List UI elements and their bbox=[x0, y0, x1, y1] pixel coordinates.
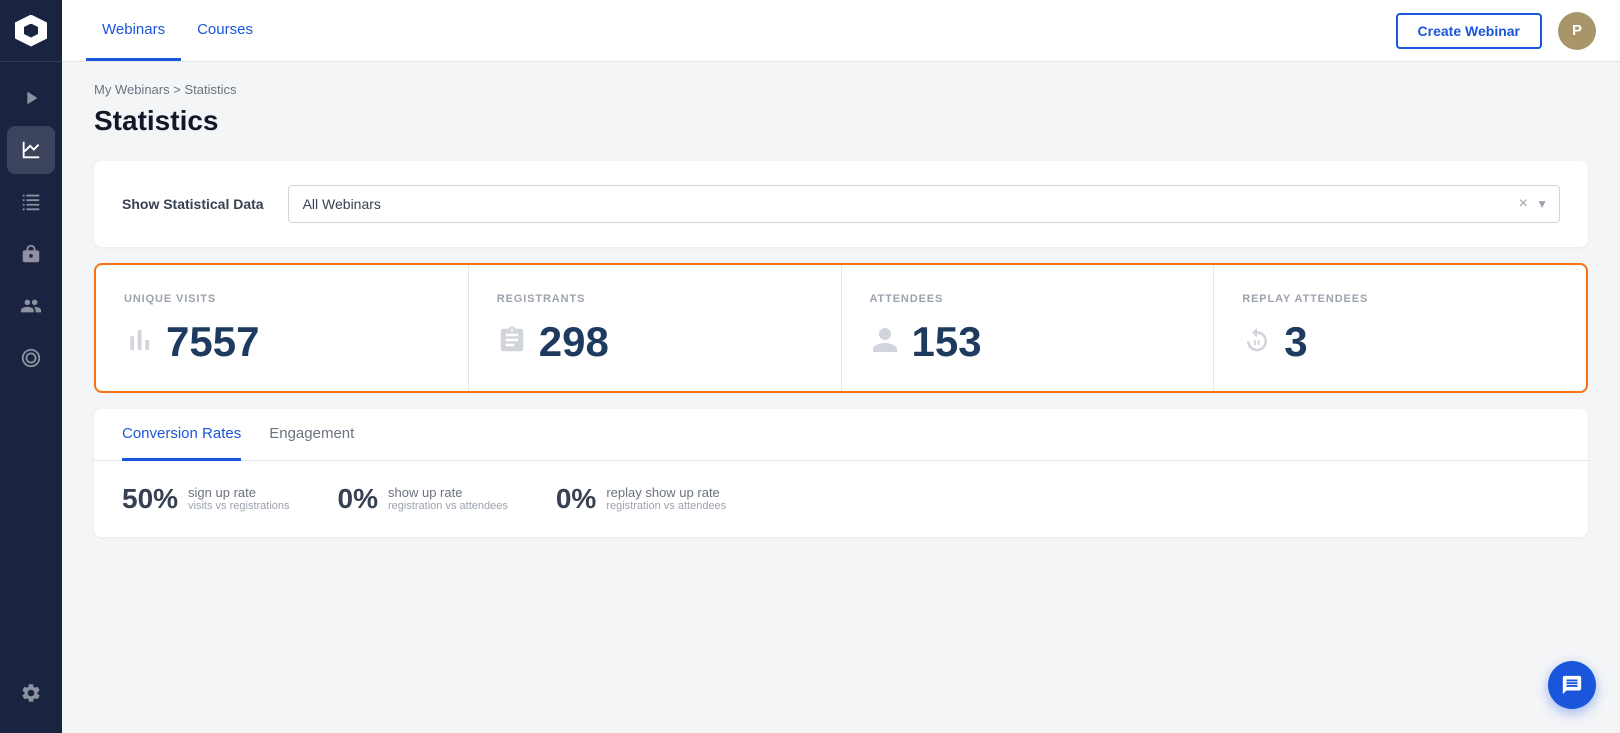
conv-percent-replay-showup: 0% bbox=[556, 485, 596, 513]
sidebar-item-settings-circle[interactable] bbox=[7, 334, 55, 382]
conv-main-label-replay-showup: replay show up rate bbox=[606, 485, 726, 500]
stat-label-replay-attendees: REPLAY ATTENDEES bbox=[1242, 293, 1558, 305]
stat-label-registrants: REGISTRANTS bbox=[497, 293, 813, 305]
sidebar-item-play[interactable] bbox=[7, 74, 55, 122]
conv-main-label-showup: show up rate bbox=[388, 485, 508, 500]
select-clear-button[interactable]: × bbox=[1519, 195, 1528, 213]
conv-sub-label-signup: visits vs registrations bbox=[188, 500, 289, 512]
conv-percent-showup: 0% bbox=[338, 485, 378, 513]
bar-chart-icon bbox=[124, 325, 154, 360]
topnav-tabs: Webinars Courses bbox=[86, 0, 269, 61]
filter-label: Show Statistical Data bbox=[122, 196, 264, 212]
stat-label-attendees: ATTENDEES bbox=[870, 293, 1186, 305]
breadcrumb-separator: > bbox=[173, 82, 184, 97]
tab-conversion-rates[interactable]: Conversion Rates bbox=[122, 409, 241, 461]
conv-percent-signup: 50% bbox=[122, 485, 178, 513]
list-icon bbox=[20, 191, 42, 213]
sidebar bbox=[0, 0, 62, 733]
conv-stat-showup: 0% show up rate registration vs attendee… bbox=[338, 485, 508, 513]
stat-value-row-registrants: 298 bbox=[497, 321, 813, 363]
tabs-card: Conversion Rates Engagement 50% sign up … bbox=[94, 409, 1588, 537]
conv-desc-signup: sign up rate visits vs registrations bbox=[188, 485, 289, 512]
stat-number-unique-visits: 7557 bbox=[166, 321, 259, 363]
stat-value-row-attendees: 153 bbox=[870, 321, 1186, 363]
play-icon bbox=[20, 87, 42, 109]
chat-button[interactable] bbox=[1548, 661, 1596, 709]
conv-stat-signup: 50% sign up rate visits vs registrations bbox=[122, 485, 290, 513]
webinar-select[interactable]: All Webinars × ▼ bbox=[288, 185, 1560, 223]
conv-sub-label-showup: registration vs attendees bbox=[388, 500, 508, 512]
tab-courses[interactable]: Courses bbox=[181, 0, 269, 61]
webinar-select-wrapper: All Webinars × ▼ bbox=[288, 185, 1560, 223]
chart-icon bbox=[20, 139, 42, 161]
stats-container: UNIQUE VISITS 7557 REGISTRANTS bbox=[94, 263, 1588, 393]
tab-webinars[interactable]: Webinars bbox=[86, 0, 181, 61]
conv-stat-replay-showup: 0% replay show up rate registration vs a… bbox=[556, 485, 726, 513]
tab-engagement[interactable]: Engagement bbox=[269, 409, 354, 461]
sidebar-logo bbox=[0, 0, 62, 62]
sidebar-item-list[interactable] bbox=[7, 178, 55, 226]
main-content: Webinars Courses Create Webinar P My Web… bbox=[62, 0, 1620, 733]
settings-circle-icon bbox=[20, 347, 42, 369]
chat-icon bbox=[1561, 674, 1583, 696]
stat-number-replay-attendees: 3 bbox=[1284, 321, 1307, 363]
contacts-icon bbox=[20, 295, 42, 317]
stat-value-row-unique-visits: 7557 bbox=[124, 321, 440, 363]
conv-main-label-signup: sign up rate bbox=[188, 485, 289, 500]
sidebar-bottom bbox=[7, 669, 55, 717]
stat-label-unique-visits: UNIQUE VISITS bbox=[124, 293, 440, 305]
conv-desc-replay-showup: replay show up rate registration vs atte… bbox=[606, 485, 726, 512]
settings-icon bbox=[20, 682, 42, 704]
create-webinar-button[interactable]: Create Webinar bbox=[1396, 13, 1542, 49]
sidebar-item-settings[interactable] bbox=[7, 669, 55, 717]
tabs-header: Conversion Rates Engagement bbox=[94, 409, 1588, 461]
breadcrumb-current: Statistics bbox=[184, 82, 236, 97]
filter-card: Show Statistical Data All Webinars × ▼ bbox=[94, 161, 1588, 247]
sidebar-item-contacts[interactable] bbox=[7, 282, 55, 330]
conv-desc-showup: show up rate registration vs attendees bbox=[388, 485, 508, 512]
replay-person-icon bbox=[1242, 325, 1272, 360]
page-title: Statistics bbox=[94, 105, 1588, 137]
webinar-select-value: All Webinars bbox=[303, 196, 1545, 212]
tabs-content: 50% sign up rate visits vs registrations… bbox=[94, 461, 1588, 537]
breadcrumb: My Webinars > Statistics bbox=[94, 82, 1588, 97]
person-icon bbox=[870, 325, 900, 360]
stat-number-attendees: 153 bbox=[912, 321, 982, 363]
conv-sub-label-replay-showup: registration vs attendees bbox=[606, 500, 726, 512]
stat-card-attendees: ATTENDEES 153 bbox=[842, 265, 1215, 391]
user-avatar[interactable]: P bbox=[1558, 12, 1596, 50]
stat-value-row-replay-attendees: 3 bbox=[1242, 321, 1558, 363]
sidebar-nav bbox=[0, 70, 62, 386]
page-content: My Webinars > Statistics Statistics Show… bbox=[62, 62, 1620, 733]
conversion-stats: 50% sign up rate visits vs registrations… bbox=[122, 485, 1560, 513]
top-navigation: Webinars Courses Create Webinar P bbox=[62, 0, 1620, 62]
stat-card-unique-visits: UNIQUE VISITS 7557 bbox=[96, 265, 469, 391]
clipboard-icon bbox=[497, 325, 527, 360]
sidebar-item-integration[interactable] bbox=[7, 230, 55, 278]
integration-icon bbox=[20, 243, 42, 265]
stat-card-replay-attendees: REPLAY ATTENDEES 3 bbox=[1214, 265, 1586, 391]
breadcrumb-parent[interactable]: My Webinars bbox=[94, 82, 170, 97]
sidebar-item-statistics[interactable] bbox=[7, 126, 55, 174]
stat-number-registrants: 298 bbox=[539, 321, 609, 363]
stat-card-registrants: REGISTRANTS 298 bbox=[469, 265, 842, 391]
